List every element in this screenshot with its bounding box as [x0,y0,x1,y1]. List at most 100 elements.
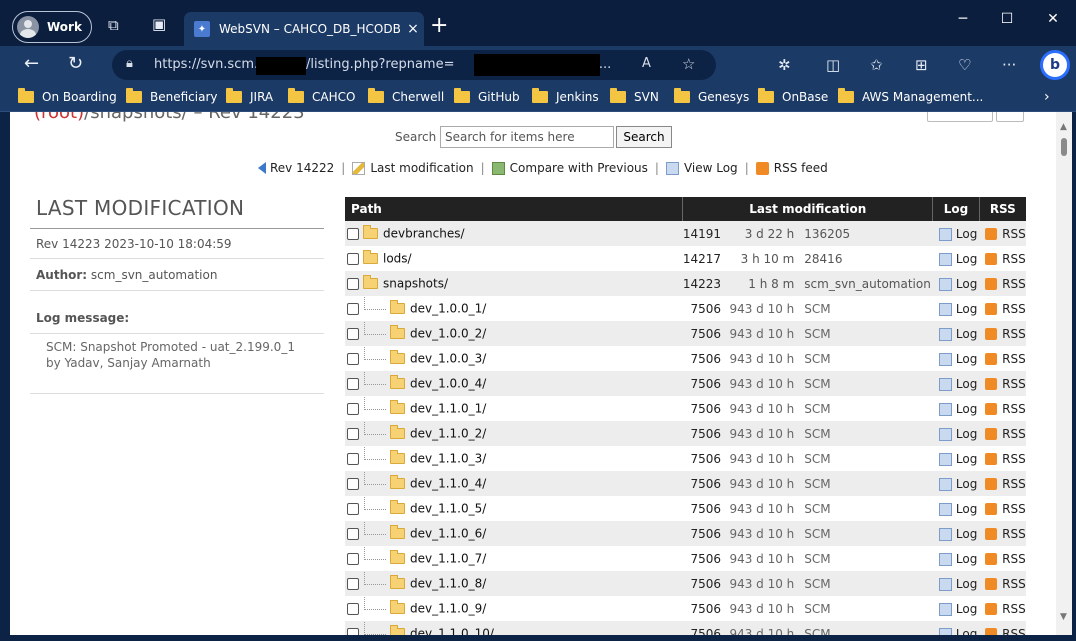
new-tab-button[interactable]: + [430,14,448,38]
bookmark-cherwell[interactable]: Cherwell [368,88,444,104]
minimize-button[interactable]: ─ [940,10,986,30]
log-link[interactable]: Log [932,246,980,271]
log-link[interactable]: Log [932,321,980,346]
revision-cell[interactable]: 7506 [682,621,730,635]
tab-actions-icon[interactable]: ▣ [152,15,166,33]
search-button[interactable]: Search [616,126,672,148]
folder-link[interactable]: dev_1.0.0_4/ [410,377,486,391]
maximize-button[interactable]: ☐ [984,10,1030,30]
row-checkbox[interactable] [347,477,359,490]
folder-link[interactable]: dev_1.0.0_3/ [410,352,486,366]
revision-cell[interactable]: 14191 [682,221,730,246]
search-input[interactable] [440,126,614,148]
bookmark-aws-management[interactable]: AWS Management... [838,88,983,104]
folder-link[interactable]: dev_1.1.0_10/ [410,627,494,635]
rss-link[interactable]: RSS [979,621,1026,635]
log-link[interactable]: Log [932,296,980,321]
bookmark-jenkins[interactable]: Jenkins [532,88,599,104]
address-bar[interactable]: 🔒︎ https://svn.scm. .com/listing.php?repn… [112,50,716,80]
more-menu-icon[interactable]: ··· [1002,56,1016,74]
folder-link[interactable]: dev_1.1.0_9/ [410,602,486,616]
log-link[interactable]: Log [932,471,980,496]
rss-link[interactable]: RSS [979,571,1026,596]
row-checkbox[interactable] [347,377,359,390]
row-checkbox[interactable] [347,627,359,635]
tab-websvn[interactable]: ✦ WebSVN – CAHCO_DB_HCODB – × [184,12,424,46]
revision-cell[interactable]: 14223 [682,271,730,296]
bookmark-on-boarding[interactable]: On Boarding [18,88,117,104]
vertical-scrollbar[interactable]: ▲ ▼ [1056,112,1072,635]
rss-link[interactable]: RSS [979,446,1026,471]
view-log-link[interactable]: View Log [684,161,738,175]
chevron-right-icon[interactable]: › [1044,89,1050,105]
log-link[interactable]: Log [932,496,980,521]
rss-link[interactable]: RSS [979,346,1026,371]
bookmark-beneficiary[interactable]: Beneficiary [126,88,217,104]
tab-close-button[interactable]: × [402,21,424,37]
rss-link[interactable]: RSS [979,471,1026,496]
log-link[interactable]: Log [932,521,980,546]
compare-link[interactable]: Compare with Previous [510,161,648,175]
rss-link[interactable]: RSS [979,421,1026,446]
revision-cell[interactable]: 7506 [682,421,730,446]
row-checkbox[interactable] [347,402,359,415]
revision-cell[interactable]: 7506 [682,521,730,546]
folder-link[interactable]: dev_1.1.0_3/ [410,452,486,466]
scroll-down-icon[interactable]: ▼ [1060,612,1067,622]
rss-link[interactable]: RSS [979,371,1026,396]
folder-link[interactable]: dev_1.1.0_2/ [410,427,486,441]
rss-link[interactable]: RSS [979,546,1026,571]
log-link[interactable]: Log [932,346,980,371]
revision-cell[interactable]: 7506 [682,571,730,596]
browser-essentials-icon[interactable]: ♡ [958,56,971,74]
header-go-button[interactable] [996,112,1024,122]
rss-link[interactable]: RSS [979,246,1026,271]
collections-icon[interactable]: ⊞ [915,56,928,74]
rss-link[interactable]: RSS [979,221,1026,246]
favorite-star-icon[interactable]: ☆ [682,55,695,73]
log-link[interactable]: Log [932,621,980,635]
folder-link[interactable]: dev_1.0.0_2/ [410,327,486,341]
revision-cell[interactable]: 7506 [682,346,730,371]
revision-cell[interactable]: 7506 [682,396,730,421]
scroll-up-icon[interactable]: ▲ [1060,122,1067,132]
revision-cell[interactable]: 7506 [682,546,730,571]
rss-link[interactable]: RSS [979,521,1026,546]
favorites-icon[interactable]: ✩ [870,56,883,74]
revision-cell[interactable]: 7506 [682,471,730,496]
row-checkbox[interactable] [347,227,359,240]
bookmark-svn[interactable]: SVN [610,88,659,104]
log-link[interactable]: Log [932,271,980,296]
log-link[interactable]: Log [932,221,980,246]
revision-cell[interactable]: 7506 [682,446,730,471]
row-checkbox[interactable] [347,352,359,365]
folder-link[interactable]: snapshots/ [383,277,448,291]
close-window-button[interactable]: ✕ [1030,10,1076,30]
revision-cell[interactable]: 7506 [682,321,730,346]
row-checkbox[interactable] [347,327,359,340]
revision-cell[interactable]: 14217 [682,246,730,271]
root-link[interactable]: (root) [34,112,84,123]
row-checkbox[interactable] [347,527,359,540]
rss-link[interactable]: RSS [979,321,1026,346]
row-checkbox[interactable] [347,577,359,590]
folder-link[interactable]: dev_1.1.0_4/ [410,477,486,491]
log-link[interactable]: Log [932,546,980,571]
bookmark-onbase[interactable]: OnBase [758,88,828,104]
log-link[interactable]: Log [932,421,980,446]
split-screen-icon[interactable]: ◫ [826,56,840,74]
row-checkbox[interactable] [347,502,359,515]
folder-link[interactable]: devbranches/ [383,227,465,241]
last-mod-link[interactable]: Last modification [370,161,473,175]
rss-link[interactable]: RSS [979,596,1026,621]
row-checkbox[interactable] [347,452,359,465]
log-link[interactable]: Log [932,596,980,621]
bookmark-jira[interactable]: JIRA [226,88,273,104]
rss-link[interactable]: RSS [979,396,1026,421]
revision-cell[interactable]: 7506 [682,596,730,621]
extensions-puzzle-icon[interactable]: ✲ [778,56,791,74]
revision-cell[interactable]: 7506 [682,496,730,521]
rss-link[interactable]: RSS [979,271,1026,296]
prev-rev-link[interactable]: Rev 14222 [270,161,334,175]
header-select[interactable] [927,112,993,122]
